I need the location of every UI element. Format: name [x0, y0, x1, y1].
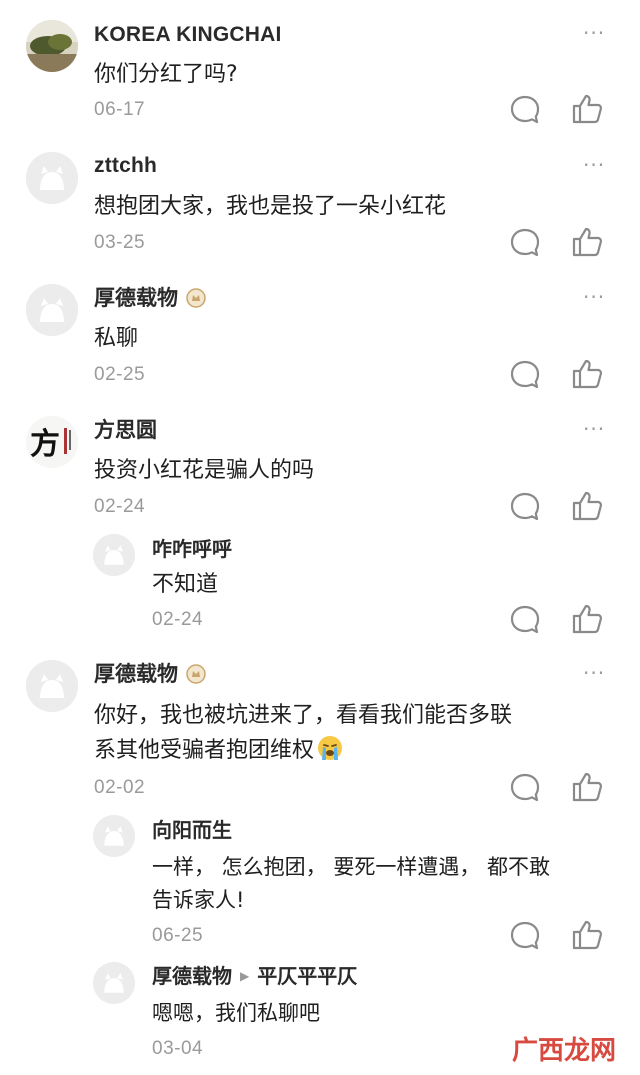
comment-bubble-icon[interactable] [508, 358, 542, 392]
reply-username[interactable]: 向阳而生 [152, 817, 232, 843]
landscape-avatar-icon[interactable] [26, 20, 78, 72]
crying-emoji-icon [316, 734, 344, 772]
comment-bubble-icon[interactable] [508, 93, 542, 127]
reply-text-line1: 一样， 怎么抱团， 要死一样遭遇， 都不敢 [152, 855, 551, 879]
default-avatar-icon[interactable] [93, 534, 135, 576]
comment-text: 投资小红花是骗人的吗 [94, 458, 315, 483]
reply-date: 06-25 [152, 925, 204, 946]
comment-date: 02-25 [94, 364, 146, 385]
reply-text: 嗯嗯，我们私聊吧 [152, 1001, 320, 1025]
thumbs-up-icon[interactable] [570, 225, 604, 259]
thumbs-up-icon[interactable] [570, 918, 604, 952]
reply-to-username[interactable]: 平仄平平仄 [257, 964, 357, 988]
thumbs-up-icon[interactable] [570, 489, 604, 523]
default-avatar-icon[interactable] [93, 815, 135, 857]
more-options-button[interactable]: ··· [583, 23, 611, 43]
comment-text-line2-row: 系其他受骗者抱团维权 [94, 734, 344, 772]
calligraphy-avatar-char: 方 [30, 427, 60, 462]
comment-bubble-icon[interactable] [508, 226, 542, 260]
comment-bubble-icon[interactable] [508, 919, 542, 953]
comment-date: 02-02 [94, 777, 146, 798]
comment-text: 私聊 [94, 326, 139, 351]
level-badge-icon [186, 664, 206, 690]
comment-bubble-icon[interactable] [508, 603, 542, 637]
thumbs-up-icon[interactable] [570, 357, 604, 391]
comment-date: 02-24 [94, 496, 146, 517]
reply-arrow-icon: ▶ [240, 969, 250, 983]
default-avatar-icon[interactable] [26, 660, 78, 712]
thumbs-up-icon[interactable] [570, 770, 604, 804]
comment-bubble-icon[interactable] [508, 771, 542, 805]
reply-text: 不知道 [152, 572, 219, 597]
more-options-button[interactable]: ··· [583, 419, 611, 439]
reply-date: 02-24 [152, 609, 204, 630]
comment-username-row: 厚德载物 [94, 661, 206, 690]
comment-text: 想抱团大家，我也是投了一朵小红花 [94, 194, 447, 219]
more-options-button[interactable]: ··· [583, 663, 611, 683]
thumbs-up-icon[interactable] [570, 602, 604, 636]
watermark-logo: 广西龙网 [512, 1036, 617, 1066]
comment-username[interactable]: 方思圆 [94, 417, 157, 443]
default-avatar-icon[interactable] [26, 284, 78, 336]
comment-username[interactable]: 厚德载物 [94, 662, 178, 686]
comment-username-row: 厚德载物 [94, 285, 206, 314]
reply-text-line2: 告诉家人! [152, 888, 245, 912]
reply-username[interactable]: 咋咋呼呼 [152, 536, 232, 562]
reply-username[interactable]: 厚德载物 [152, 964, 232, 988]
more-options-button[interactable]: ··· [583, 287, 611, 307]
level-badge-icon [186, 288, 206, 314]
calligraphy-avatar-icon[interactable]: 方 [26, 416, 78, 468]
more-options-button[interactable]: ··· [583, 155, 611, 175]
comment-text-line2: 系其他受骗者抱团维权 [94, 738, 315, 763]
comment-username[interactable]: 厚德载物 [94, 286, 178, 310]
comment-text: 你们分红了吗? [94, 62, 238, 87]
reply-date: 03-04 [152, 1038, 204, 1059]
comment-date: 06-17 [94, 99, 146, 120]
default-avatar-icon[interactable] [93, 962, 135, 1004]
comment-text-line1: 你好，我也被坑进来了，看看我们能否多联 [94, 703, 513, 728]
thumbs-up-icon[interactable] [570, 92, 604, 126]
default-avatar-icon[interactable] [26, 152, 78, 204]
comment-date: 03-25 [94, 232, 146, 253]
comment-bubble-icon[interactable] [508, 490, 542, 524]
comment-username[interactable]: zttchh [94, 153, 157, 179]
comment-username[interactable]: KOREA KINGCHAI [94, 22, 282, 48]
reply-username-row: 厚德载物 ▶ 平仄平平仄 [152, 963, 357, 989]
